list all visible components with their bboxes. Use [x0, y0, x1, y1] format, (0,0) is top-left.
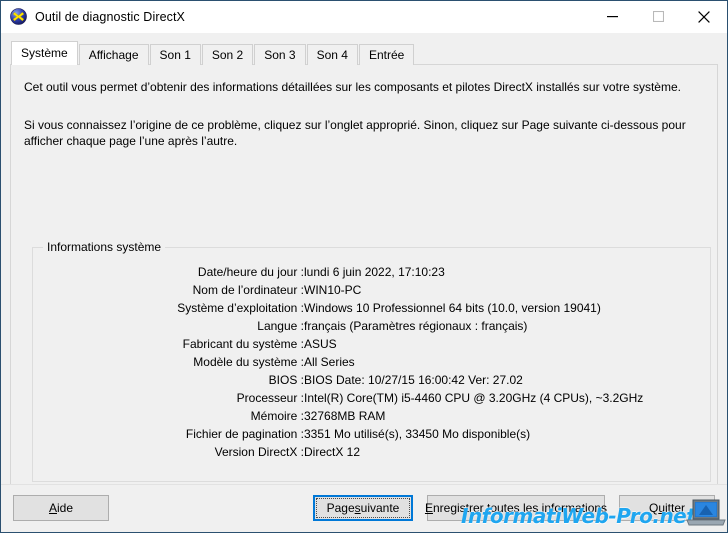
- row-label: BIOS :: [268, 373, 304, 387]
- table-row: Nom de l’ordinateur : WIN10-PC: [33, 283, 710, 301]
- table-row: Fichier de pagination : 3351 Mo utilisé(…: [33, 427, 710, 445]
- dxdiag-window: Outil de diagnostic DirectX Système Affi…: [0, 0, 728, 533]
- row-value: ASUS: [304, 337, 337, 351]
- table-row: Fabricant du système : ASUS: [33, 337, 710, 355]
- window-title: Outil de diagnostic DirectX: [35, 9, 185, 24]
- row-value: BIOS Date: 10/27/15 16:00:42 Ver: 27.02: [304, 373, 523, 387]
- groupbox-legend: Informations système: [43, 240, 166, 254]
- row-label: Processeur :: [236, 391, 304, 405]
- intro-text-block: Cet outil vous permet d’obtenir des info…: [11, 65, 717, 149]
- quit-label-rest: itter: [665, 501, 686, 515]
- tab-son-2[interactable]: Son 2: [201, 44, 254, 65]
- quit-accel-char: u: [658, 501, 665, 515]
- table-row: Système d’exploitation : Windows 10 Prof…: [33, 301, 710, 319]
- row-label: Nom de l’ordinateur :: [192, 283, 304, 297]
- tab-affichage[interactable]: Affichage: [78, 44, 149, 65]
- saveall-label-rest: nregistrer toutes les informations: [432, 501, 608, 515]
- tab-son-1[interactable]: Son 1: [149, 44, 201, 65]
- help-button[interactable]: Aide: [13, 495, 109, 521]
- row-value: français (Paramètres régionaux : françai…: [304, 319, 528, 333]
- row-value: 3351 Mo utilisé(s), 33450 Mo disponible(…: [304, 427, 531, 441]
- row-value: lundi 6 juin 2022, 17:10:23: [304, 265, 445, 279]
- table-row: Version DirectX : DirectX 12: [33, 445, 710, 463]
- row-value: DirectX 12: [304, 445, 361, 459]
- table-row: Modèle du système : All Series: [33, 355, 710, 373]
- row-value: WIN10-PC: [304, 283, 362, 297]
- row-label: Système d’exploitation :: [177, 301, 304, 315]
- system-information-groupbox: Informations système Date/heure du jour …: [32, 240, 711, 482]
- row-label: Mémoire :: [250, 409, 304, 423]
- button-bar: Aide Page s uivante Enregistrer toutes le…: [1, 484, 727, 532]
- help-label-rest: ide: [57, 501, 74, 515]
- row-label: Fabricant du système :: [182, 337, 304, 351]
- tab-son-3[interactable]: Son 3: [254, 44, 306, 65]
- intro-paragraph-1: Cet outil vous permet d’obtenir des info…: [24, 80, 681, 94]
- quit-button[interactable]: Qu itter: [619, 495, 715, 521]
- next-label-pre: Page: [326, 501, 355, 515]
- row-label: Modèle du système :: [193, 355, 304, 369]
- help-accel-char: A: [48, 501, 57, 515]
- maximize-button[interactable]: [635, 2, 681, 32]
- tab-systeme[interactable]: Système: [11, 41, 78, 65]
- title-bar: Outil de diagnostic DirectX: [1, 1, 727, 33]
- minimize-button[interactable]: [589, 2, 635, 32]
- tab-entree[interactable]: Entrée: [358, 44, 415, 65]
- directx-icon: [10, 8, 27, 25]
- next-label-rest: uivante: [360, 501, 400, 515]
- row-value: Windows 10 Professionnel 64 bits (10.0, …: [304, 301, 601, 315]
- intro-paragraph-2: Si vous connaissez l’origine de ce probl…: [24, 118, 686, 148]
- row-value: All Series: [304, 355, 355, 369]
- row-label: Langue :: [257, 319, 304, 333]
- save-all-information-button[interactable]: Enregistrer toutes les informations: [424, 495, 608, 521]
- table-row: Date/heure du jour : lundi 6 juin 2022, …: [33, 265, 710, 283]
- table-row: BIOS : BIOS Date: 10/27/15 16:00:42 Ver:…: [33, 373, 710, 391]
- table-row: Processeur : Intel(R) Core(TM) i5-4460 C…: [33, 391, 710, 409]
- row-label: Version DirectX :: [214, 445, 304, 459]
- table-row: Mémoire : 32768MB RAM: [33, 409, 710, 427]
- next-page-button[interactable]: Page s uivante: [313, 495, 413, 521]
- saveall-accel-char: E: [424, 501, 433, 515]
- table-row: Langue : français (Paramètres régionaux …: [33, 319, 710, 337]
- close-button[interactable]: [681, 2, 727, 32]
- tab-page-systeme: Cet outil vous permet d’obtenir des info…: [10, 64, 718, 532]
- tab-strip: Système Affichage Son 1 Son 2 Son 3 Son …: [11, 41, 727, 65]
- row-label: Fichier de pagination :: [185, 427, 304, 441]
- quit-label-pre: Q: [648, 501, 659, 515]
- row-value: 32768MB RAM: [304, 409, 386, 423]
- row-label: Date/heure du jour :: [197, 265, 304, 279]
- row-value: Intel(R) Core(TM) i5-4460 CPU @ 3.20GHz …: [304, 391, 644, 405]
- tab-son-4[interactable]: Son 4: [306, 44, 358, 65]
- system-information-table: Date/heure du jour : lundi 6 juin 2022, …: [33, 265, 710, 463]
